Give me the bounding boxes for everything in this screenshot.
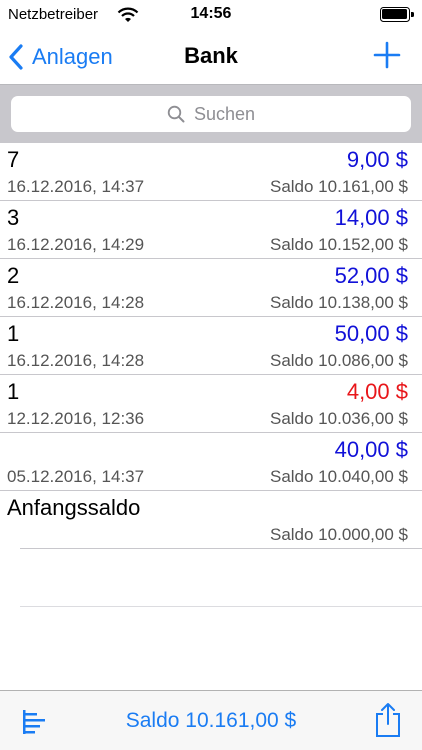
battery-icon (380, 7, 414, 23)
transaction-saldo: Saldo 10.161,00 $ (269, 177, 408, 196)
search-input[interactable]: Suchen (11, 96, 411, 132)
page-title: Bank (184, 43, 238, 68)
navigation-bar: Anlagen Bank (0, 30, 422, 84)
search-icon (167, 105, 185, 123)
transaction-row[interactable]: 1 50,00 $ 16.12.2016, 14:28 Saldo 10.086… (0, 317, 422, 375)
transaction-row[interactable]: 40,00 $ 05.12.2016, 14:37 Saldo 10.040,0… (0, 433, 422, 491)
total-saldo: Saldo 10.161,00 $ (125, 709, 297, 732)
bottom-toolbar: Saldo 10.161,00 $ (0, 690, 422, 750)
status-bar: Netzbetreiber 14:56 (0, 0, 422, 30)
search-placeholder: Suchen (193, 103, 256, 124)
transaction-saldo: Saldo 10.138,00 $ (269, 293, 408, 312)
opening-balance-saldo: Saldo 10.000,00 $ (269, 525, 408, 544)
transaction-row[interactable]: 2 52,00 $ 16.12.2016, 14:28 Saldo 10.138… (0, 259, 422, 317)
search-bar: Suchen (0, 84, 422, 143)
transaction-title: 1 (7, 379, 20, 404)
status-time: 14:56 (190, 5, 232, 22)
empty-row (20, 549, 422, 607)
transaction-list: 7 9,00 $ 16.12.2016, 14:37 Saldo 10.161,… (0, 143, 422, 607)
transaction-row[interactable]: 7 9,00 $ 16.12.2016, 14:37 Saldo 10.161,… (0, 143, 422, 201)
transaction-saldo: Saldo 10.152,00 $ (269, 235, 408, 254)
transaction-date: 12.12.2016, 12:36 (7, 409, 145, 428)
opening-balance-title: Anfangssaldo (7, 495, 141, 520)
transaction-amount: 14,00 $ (334, 205, 408, 230)
transaction-amount: 50,00 $ (334, 321, 408, 346)
share-icon[interactable] (374, 702, 402, 738)
transaction-row[interactable]: 3 14,00 $ 16.12.2016, 14:29 Saldo 10.152… (0, 201, 422, 259)
transaction-title: 7 (7, 147, 20, 172)
transaction-saldo: Saldo 10.040,00 $ (269, 467, 408, 486)
transaction-date: 16.12.2016, 14:29 (7, 235, 145, 254)
transaction-date: 16.12.2016, 14:28 (7, 351, 145, 370)
transaction-amount: 52,00 $ (334, 263, 408, 288)
transaction-title: 2 (7, 263, 20, 288)
transaction-date: 05.12.2016, 14:37 (7, 467, 145, 486)
transaction-title: 3 (7, 205, 20, 230)
add-icon[interactable] (372, 40, 402, 70)
transaction-title: 1 (7, 321, 20, 346)
transaction-saldo: Saldo 10.086,00 $ (269, 351, 408, 370)
transaction-amount: 40,00 $ (334, 437, 408, 462)
transaction-date: 16.12.2016, 14:37 (7, 177, 145, 196)
transaction-amount: 4,00 $ (346, 379, 408, 404)
transaction-amount: 9,00 $ (346, 147, 408, 172)
opening-balance-row[interactable]: Anfangssaldo Saldo 10.000,00 $ (7, 491, 422, 549)
transaction-date: 16.12.2016, 14:28 (7, 293, 145, 312)
transaction-row[interactable]: 1 4,00 $ 12.12.2016, 12:36 Saldo 10.036,… (0, 375, 422, 433)
transaction-saldo: Saldo 10.036,00 $ (269, 409, 408, 428)
